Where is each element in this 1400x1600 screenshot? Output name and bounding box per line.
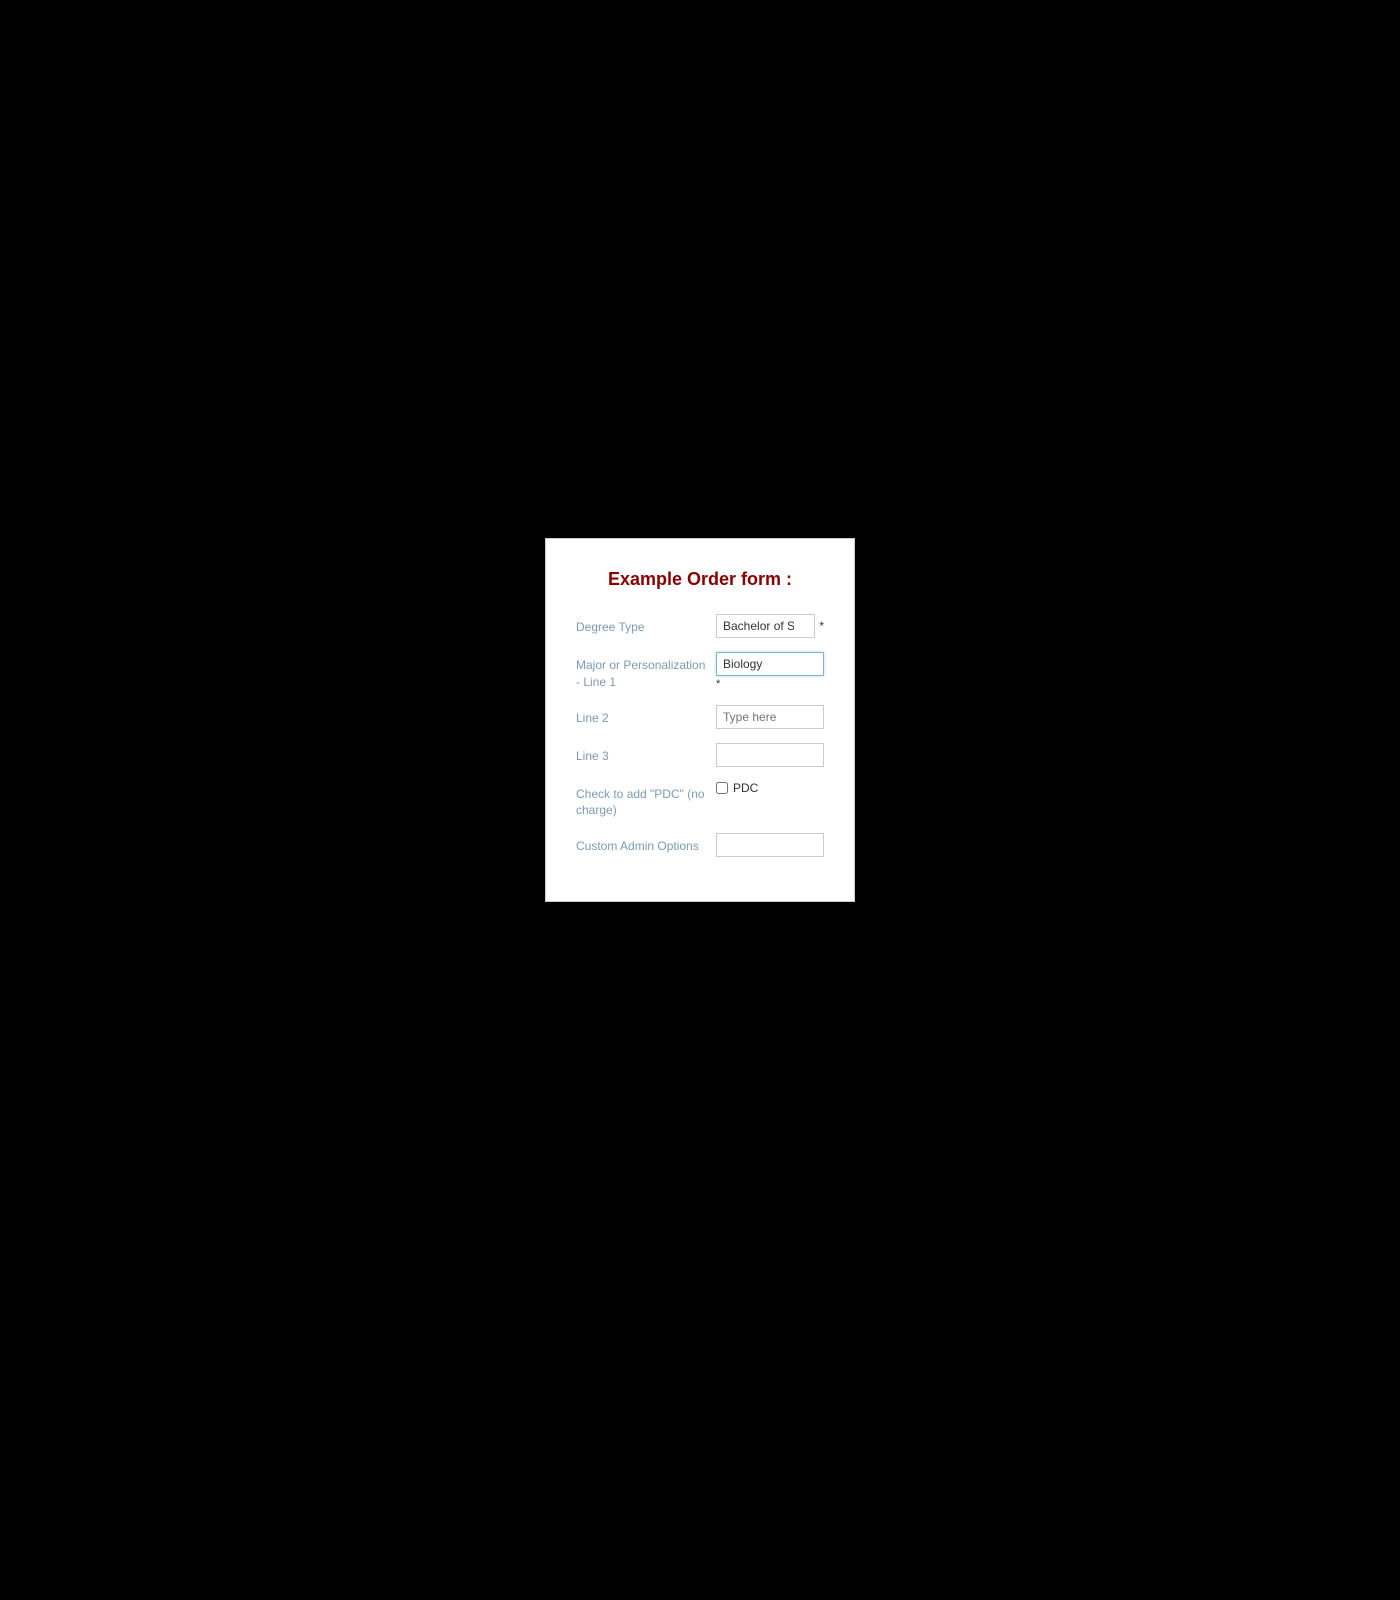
degree-type-row: Degree Type Bachelor of Science Master o… bbox=[576, 614, 824, 638]
degree-type-select[interactable]: Bachelor of Science Master of Science As… bbox=[716, 614, 815, 638]
custom-admin-field bbox=[716, 833, 824, 857]
major-line1-label: Major or Personalization - Line 1 bbox=[576, 652, 716, 691]
line3-label: Line 3 bbox=[576, 743, 716, 765]
pdc-checkbox[interactable] bbox=[716, 782, 728, 794]
line2-row: Line 2 bbox=[576, 705, 824, 729]
line2-label: Line 2 bbox=[576, 705, 716, 727]
line3-field bbox=[716, 743, 824, 767]
line3-row: Line 3 bbox=[576, 743, 824, 767]
degree-type-required: * bbox=[819, 619, 824, 633]
pdc-checkbox-label: PDC bbox=[733, 781, 758, 795]
order-form-container: Example Order form : Degree Type Bachelo… bbox=[545, 538, 855, 902]
line3-input[interactable] bbox=[716, 743, 824, 767]
degree-type-label: Degree Type bbox=[576, 614, 716, 636]
major-line1-field: * bbox=[716, 652, 824, 690]
custom-admin-label: Custom Admin Options bbox=[576, 833, 716, 855]
form-title: Example Order form : bbox=[576, 569, 824, 590]
custom-admin-row: Custom Admin Options bbox=[576, 833, 824, 857]
pdc-field: PDC bbox=[716, 781, 824, 795]
major-line1-input[interactable] bbox=[716, 652, 824, 676]
pdc-row: Check to add "PDC" (no charge) PDC bbox=[576, 781, 824, 820]
pdc-label: Check to add "PDC" (no charge) bbox=[576, 781, 716, 820]
major-line1-row: Major or Personalization - Line 1 * bbox=[576, 652, 824, 691]
line2-field bbox=[716, 705, 824, 729]
major-line1-required: * bbox=[716, 678, 824, 690]
degree-type-field: Bachelor of Science Master of Science As… bbox=[716, 614, 824, 638]
custom-admin-input[interactable] bbox=[716, 833, 824, 857]
line2-input[interactable] bbox=[716, 705, 824, 729]
